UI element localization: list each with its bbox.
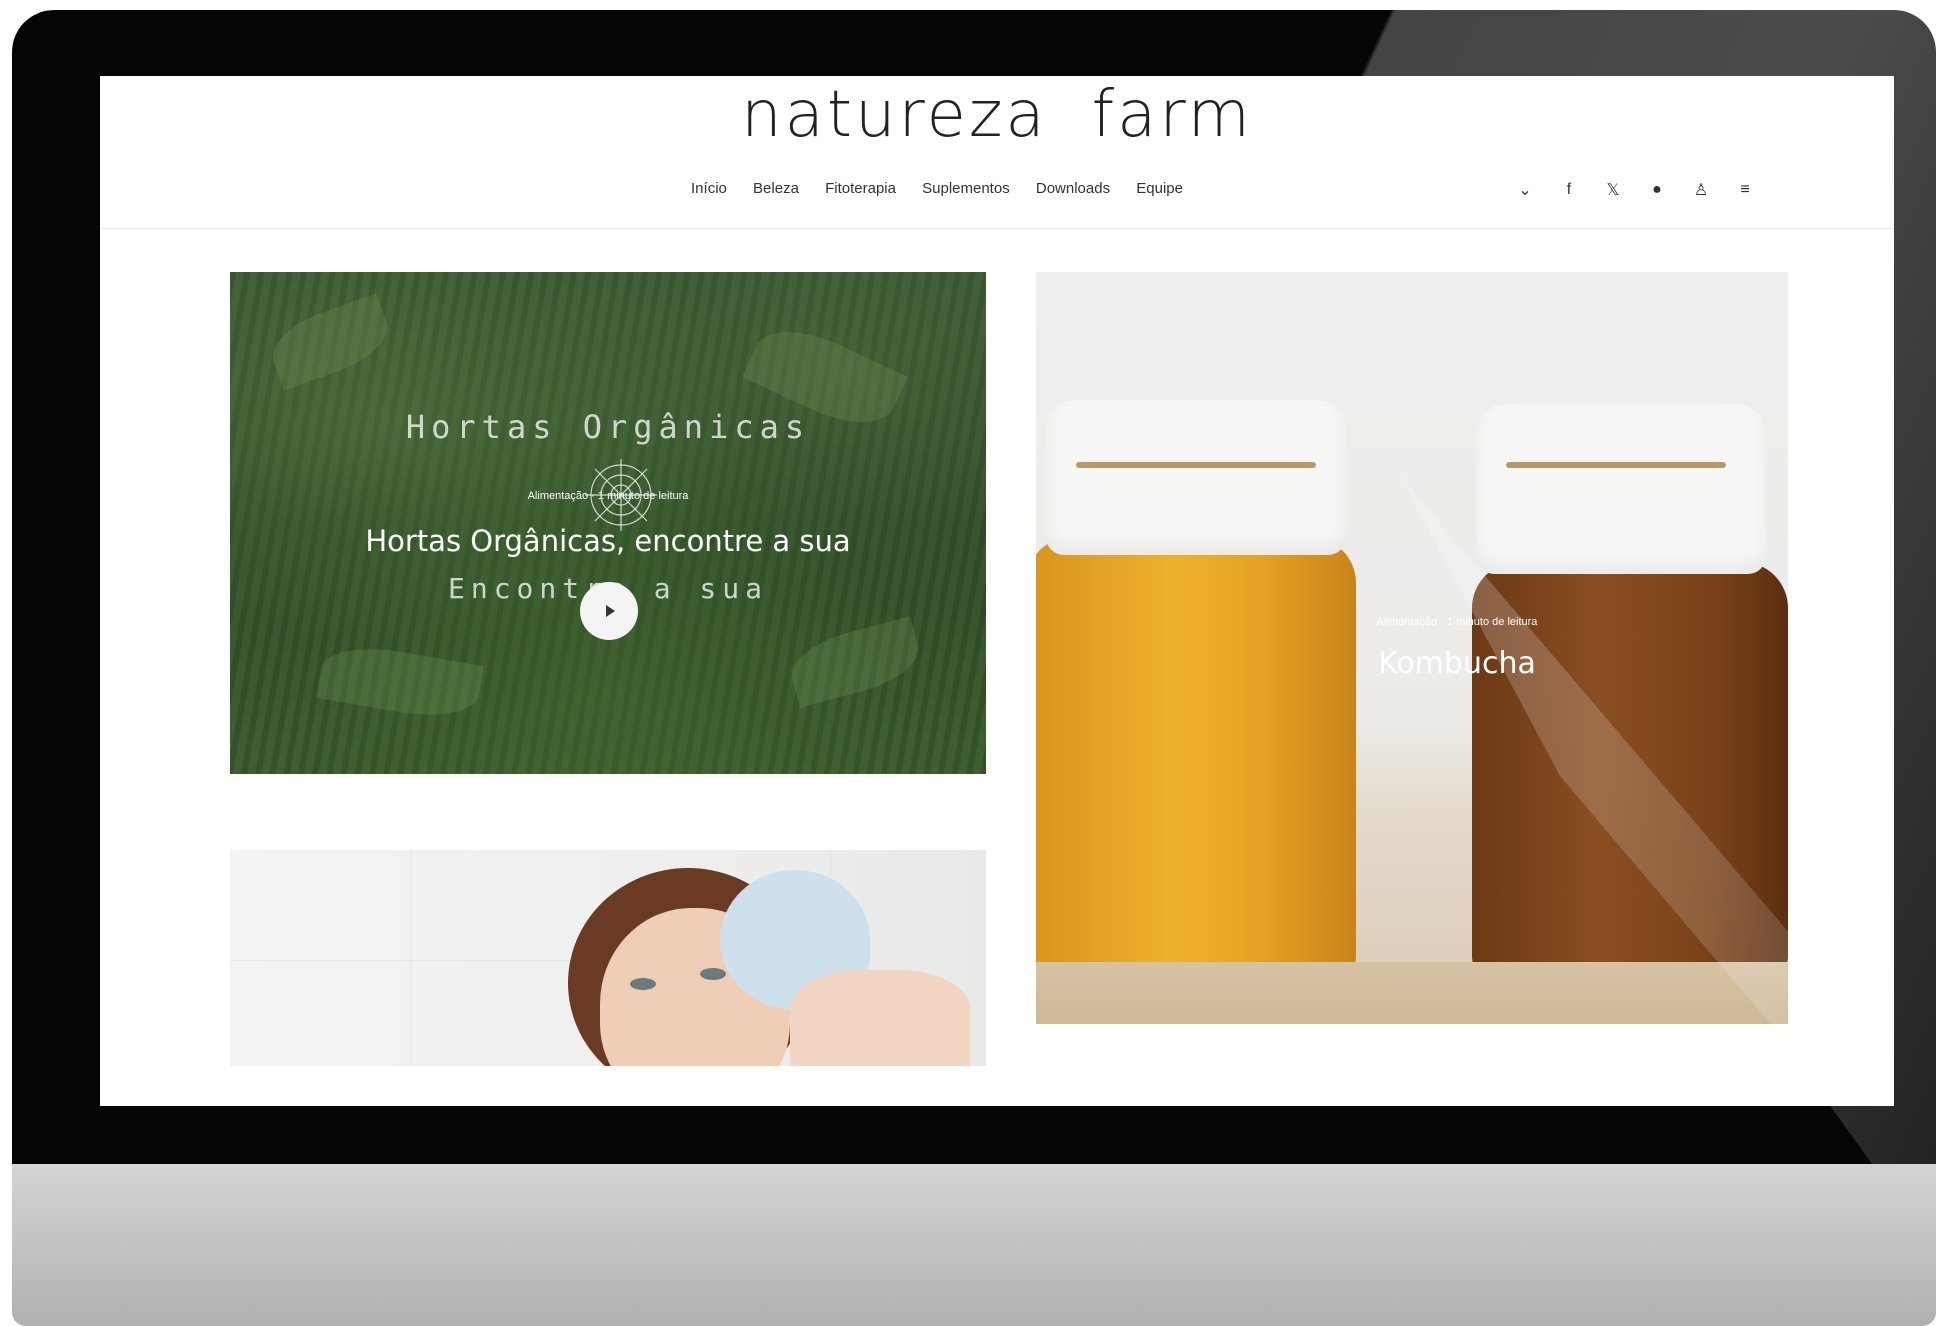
chevron-down-icon[interactable]: ⌄ xyxy=(1516,180,1534,200)
leaf-shape xyxy=(316,638,484,726)
browser-screen: natureza farm Início Beleza Fitoterapia S… xyxy=(100,76,1894,1106)
monitor-frame: natureza farm Início Beleza Fitoterapia S… xyxy=(12,10,1936,1326)
nav-item-inicio[interactable]: Início xyxy=(691,180,727,197)
main-nav: Início Beleza Fitoterapia Suplementos Do… xyxy=(100,180,1894,204)
post-meta: Alimentação · 1 minuto de leitura xyxy=(527,490,689,502)
nav-item-equipe[interactable]: Equipe xyxy=(1136,180,1183,197)
play-icon xyxy=(606,605,615,617)
tile-line xyxy=(410,850,411,1066)
jar-amber xyxy=(1036,537,1356,982)
nav-item-fitoterapia[interactable]: Fitoterapia xyxy=(825,180,896,197)
wooden-table xyxy=(1036,962,1788,1024)
post-card-neti[interactable] xyxy=(230,850,986,1066)
nav-icons: ⌄ f 𝕏 ● ♙ ≡ xyxy=(1516,180,1754,200)
site-logo[interactable]: natureza farm xyxy=(100,78,1894,152)
user-icon[interactable]: ♙ xyxy=(1692,180,1710,200)
eye-shape xyxy=(630,978,656,990)
post-card-kombucha[interactable]: Alimentação · 1 minuto de leitura Kombuc… xyxy=(1036,272,1788,1024)
play-button[interactable] xyxy=(580,582,638,640)
twitter-icon[interactable]: 𝕏 xyxy=(1604,180,1622,200)
nav-item-suplementos[interactable]: Suplementos xyxy=(922,180,1010,197)
nav-item-downloads[interactable]: Downloads xyxy=(1036,180,1110,197)
twine xyxy=(1506,462,1726,468)
post-meta: Alimentação · 1 minuto de leitura xyxy=(1376,616,1538,628)
facebook-icon[interactable]: f xyxy=(1560,181,1578,199)
youtube-icon[interactable]: ● xyxy=(1648,181,1666,199)
logo-word-farm: farm xyxy=(1091,78,1253,152)
leaf-shape xyxy=(784,616,926,708)
overlay-title: Hortas Orgânicas xyxy=(405,408,811,446)
twine xyxy=(1076,462,1316,468)
post-title[interactable]: Hortas Orgânicas, encontre a sua xyxy=(230,524,986,558)
post-title[interactable]: Kombucha xyxy=(1036,646,1788,681)
monitor-bezel: natureza farm Início Beleza Fitoterapia S… xyxy=(12,10,1936,1164)
hand-shape xyxy=(790,970,970,1066)
logo-word-natureza: natureza xyxy=(741,78,1048,152)
nav-item-beleza[interactable]: Beleza xyxy=(753,180,799,197)
eye-shape xyxy=(700,968,726,980)
menu-icon[interactable]: ≡ xyxy=(1736,181,1754,199)
monitor-chin xyxy=(12,1164,1936,1326)
jar-lid xyxy=(1476,404,1766,574)
header-divider xyxy=(100,228,1894,229)
post-card-hortas[interactable]: Hortas Orgânicas Alimentação · 1 minuto … xyxy=(230,272,986,774)
jar-lid xyxy=(1046,400,1346,555)
leaf-shape xyxy=(263,293,397,391)
